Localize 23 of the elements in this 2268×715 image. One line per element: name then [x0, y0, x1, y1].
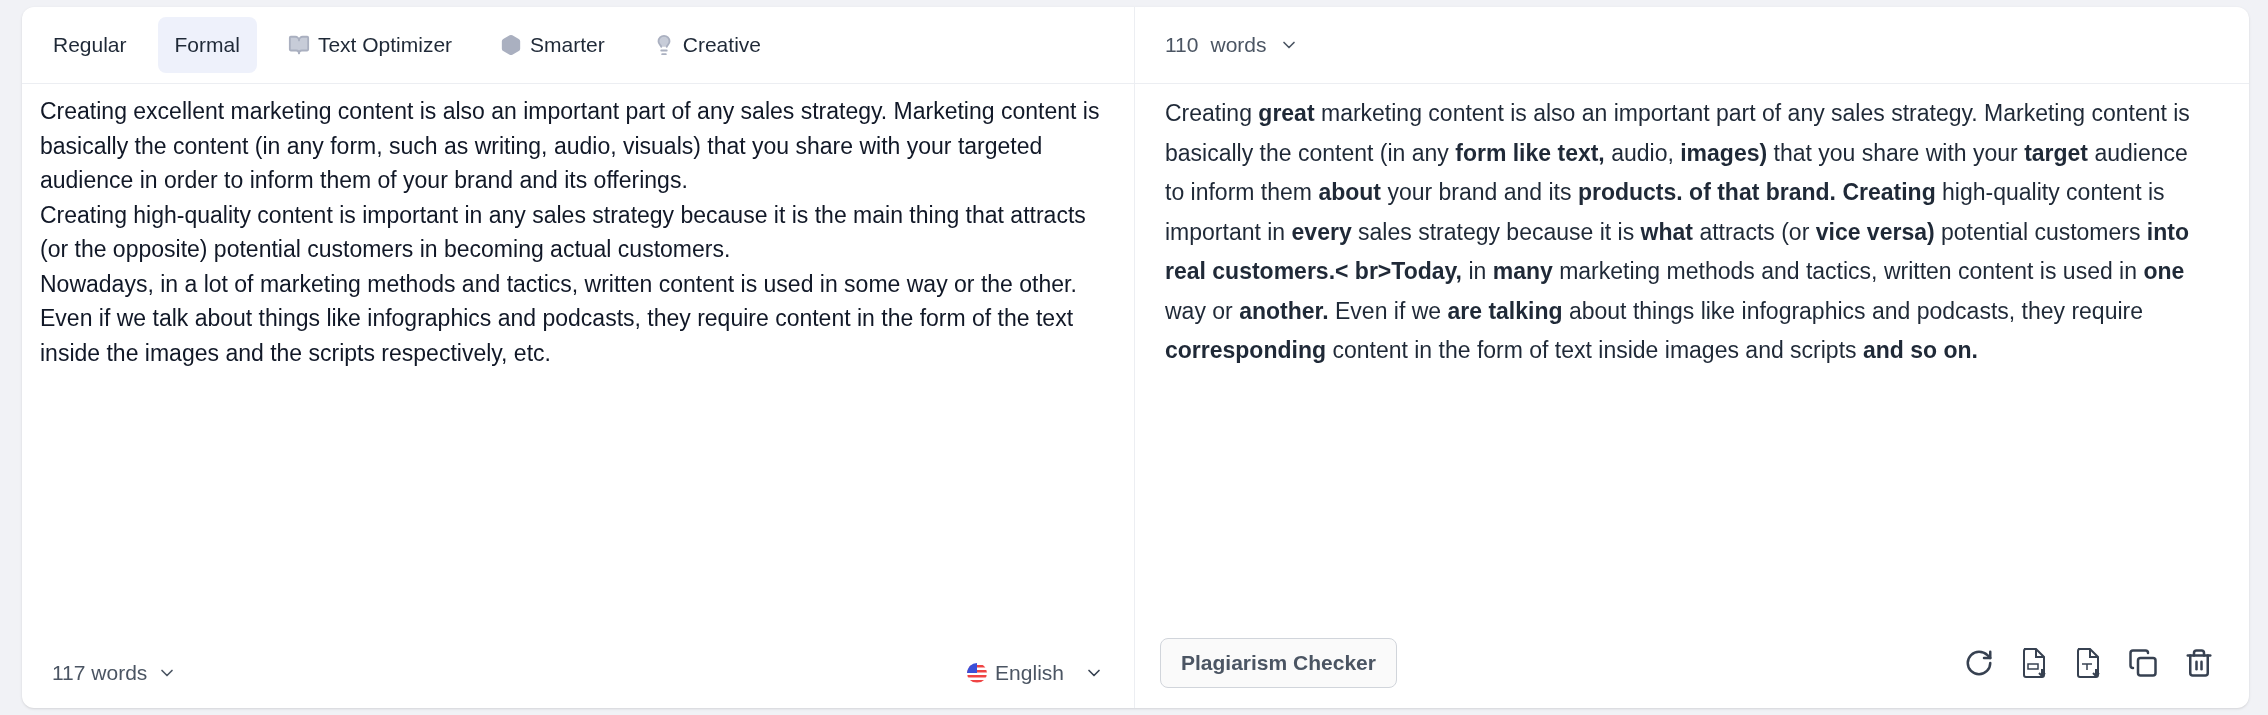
- mode-tab[interactable]: Text Optimizer: [270, 17, 470, 73]
- word-count: 110: [1165, 32, 1199, 59]
- word-unit: words: [1210, 32, 1267, 59]
- output-paragraph: Creating great marketing content is also an important part of any sales strategy. Marketing content is basically the content (in any form like text, audio, images) that you share with your target audience to inform them about your brand and its products. of that brand. Creating high-quality content is important in every sales strategy because it is what attracts (or vice versa) potential customers into real customers.< br>Today, in many marketing methods and tactics, written content is used in one way or another. Even if we are talking about things like infographics and podcasts, they require corresponding content in the form of text inside images and scripts and so on.: [1165, 99, 2191, 365]
- input-paragraph[interactable]: Creating excellent marketing content is also an important part of any sales strategy. Marketing content is basically the content (in any form, such as writing, audio, visuals) that you share with your targeted audience in order to inform them of your brand and its offerings.: [40, 94, 1114, 198]
- doc-download-icon[interactable]: [2020, 647, 2048, 679]
- flag-icon: [967, 663, 988, 683]
- hexagon-icon: [500, 34, 523, 56]
- input-paragraph[interactable]: Creating high-quality content is important in any sales strategy because it is the main thing that attracts (or the opposite) potential customers in becoming actual customers.: [40, 197, 1114, 267]
- mode-tab[interactable]: Smarter: [483, 17, 622, 73]
- mode-tab[interactable]: Formal: [157, 17, 257, 73]
- mode-tab[interactable]: Regular: [36, 17, 144, 73]
- refresh-icon[interactable]: [1964, 648, 1994, 678]
- mode-tab[interactable]: Creative: [635, 17, 778, 73]
- word-count-dropdown[interactable]: 117 words: [52, 657, 178, 689]
- language-dropdown[interactable]: English: [967, 657, 1104, 689]
- plagiarism-checker-button[interactable]: Plagiarism Checker: [1160, 638, 1397, 688]
- trash-icon[interactable]: [2184, 648, 2214, 678]
- copy-icon[interactable]: [2128, 648, 2158, 678]
- book-icon: [287, 34, 310, 56]
- txt-download-icon[interactable]: [2074, 647, 2102, 679]
- input-paragraph[interactable]: Nowadays, in a lot of marketing methods and tactics, written content is used in some way or the other. Even if we talk about things like infographics and podcasts, they require content in the form of the text inside the images and the scripts respectively, etc.: [40, 266, 1114, 370]
- word-count-dropdown[interactable]: 110 words: [1165, 29, 1299, 61]
